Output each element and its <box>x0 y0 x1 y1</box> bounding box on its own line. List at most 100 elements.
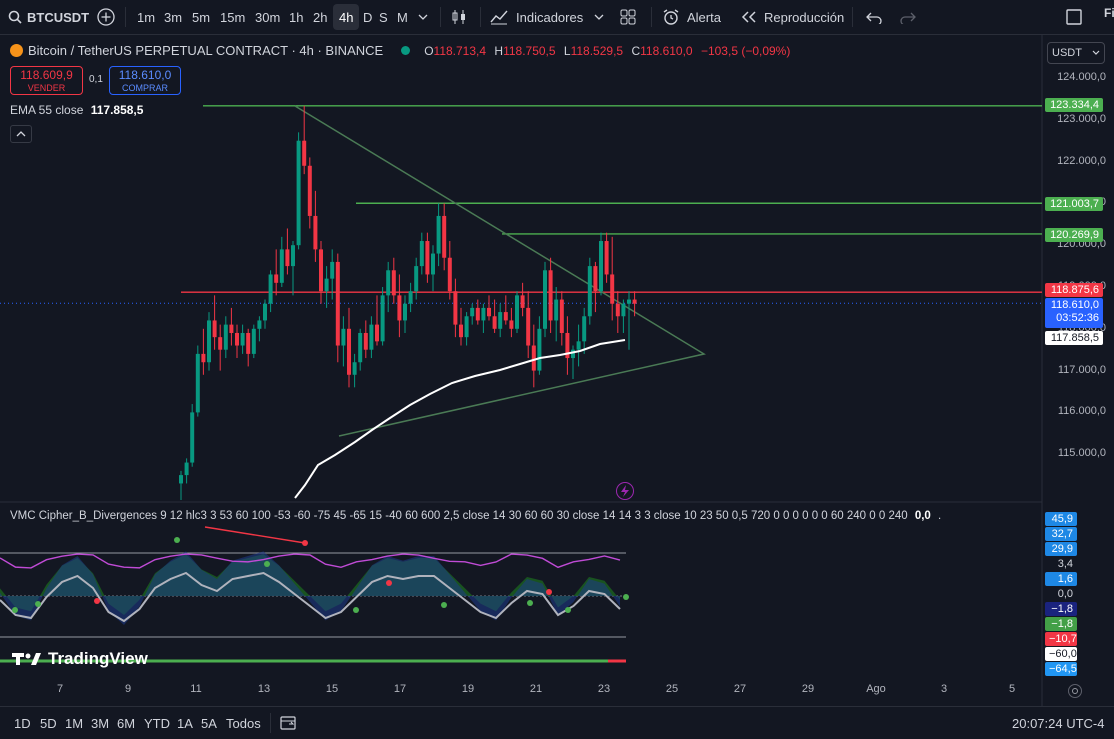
range-1d[interactable]: 1D <box>14 707 31 739</box>
buy-button[interactable]: 118.610,0 COMPRAR <box>109 66 181 95</box>
indicators-button[interactable]: Indicadores <box>490 0 583 34</box>
candle-body <box>207 320 211 363</box>
indicators-dropdown[interactable] <box>594 0 604 34</box>
date-axis-label: 17 <box>393 683 407 695</box>
range-5a[interactable]: 5A <box>201 707 217 739</box>
date-axis-label: 25 <box>665 683 679 695</box>
spread-value: 0,1 <box>89 74 103 85</box>
candle-body <box>548 270 553 321</box>
plus-circle-icon <box>97 8 115 26</box>
price-chart[interactable] <box>0 34 1114 706</box>
candle-body <box>347 328 351 375</box>
replay-button[interactable]: Reproducción <box>740 0 844 34</box>
tradingview-logo[interactable]: TradingView <box>12 649 148 669</box>
signal-dot <box>527 600 533 606</box>
timeframe-1h[interactable]: 1h <box>283 4 309 30</box>
alert-button[interactable]: Alerta <box>662 0 721 34</box>
candle-body <box>414 266 419 292</box>
fullscreen-button[interactable] <box>1066 0 1082 34</box>
timeframe-3m[interactable]: 3m <box>158 4 188 30</box>
ohlc-values: O118.713,4 H118.750,5 L118.529,5 C118.61… <box>424 43 791 58</box>
timeframe-4h[interactable]: 4h <box>333 4 360 30</box>
candle-body <box>599 241 603 292</box>
candle-body <box>397 295 402 321</box>
timeframe-1m[interactable]: 1m <box>131 4 161 30</box>
timeframe-15m[interactable]: 15m <box>214 4 251 30</box>
indicator-axis-tag: 0,0 <box>1045 587 1077 601</box>
replay-label: Reproducción <box>764 9 845 25</box>
candle-body <box>481 307 486 321</box>
candles <box>179 105 637 500</box>
indicators-icon <box>490 10 508 25</box>
redo-button[interactable] <box>900 0 916 34</box>
candle-body <box>302 140 307 166</box>
bitcoin-logo-icon <box>10 44 23 57</box>
candle-body <box>369 324 374 350</box>
candle-body <box>503 312 508 321</box>
red-level-tag: 118.875,6 <box>1045 283 1103 297</box>
indicator-axis-tag: −10,7 <box>1045 632 1077 646</box>
candle-body <box>274 274 279 283</box>
candle-body <box>195 353 200 413</box>
signal-dot <box>386 580 392 586</box>
signal-dot <box>94 598 100 604</box>
candle-body <box>431 253 435 275</box>
undo-button[interactable] <box>866 0 882 34</box>
indicator-axis-tag: 3,4 <box>1045 557 1077 571</box>
timeframe-5m[interactable]: 5m <box>186 4 216 30</box>
chart-type-button[interactable] <box>450 0 468 34</box>
candle-body <box>442 215 447 258</box>
date-range-button[interactable] <box>280 707 298 739</box>
timeframe-2h[interactable]: 2h <box>307 4 333 30</box>
sell-button[interactable]: 118.609,9 VENDER <box>10 66 83 95</box>
currency-select[interactable]: USDT <box>1047 42 1105 64</box>
indicator-axis-tag: −1,8 <box>1045 602 1077 616</box>
candle-body <box>537 328 542 371</box>
candle-body <box>251 328 256 354</box>
date-axis-label: 7 <box>56 683 64 695</box>
timeframe-30m[interactable]: 30m <box>249 4 286 30</box>
timeframe-dropdown[interactable] <box>418 0 428 34</box>
grid-icon <box>620 9 636 25</box>
indicator-legend[interactable]: VMC Cipher_B_Divergences 9 12 hlc3 3 53 … <box>10 510 941 522</box>
alert-label: Alerta <box>687 9 721 25</box>
candle-body <box>375 324 379 342</box>
search-icon <box>8 10 22 24</box>
signal-dot <box>565 607 571 613</box>
clock-timezone[interactable]: 20:07:24 UTC-4 <box>1012 707 1105 739</box>
candle-body <box>425 241 430 275</box>
candle-body <box>582 316 587 342</box>
candle-body <box>335 261 340 346</box>
timeframe-m[interactable]: M <box>391 4 414 30</box>
lightning-icon[interactable] <box>616 482 634 500</box>
layouts-button[interactable] <box>620 0 636 34</box>
collapse-legend-button[interactable] <box>10 125 32 143</box>
candle-body <box>447 257 452 292</box>
date-axis-label: 27 <box>733 683 747 695</box>
compare-symbol-button[interactable] <box>96 0 116 34</box>
candle-body <box>436 215 441 254</box>
ema-line <box>294 339 626 499</box>
candle-body <box>498 312 503 329</box>
symbol-search[interactable]: BTCUSDT <box>8 0 89 34</box>
panel-label-fragment[interactable]: Fi <box>1104 0 1114 30</box>
ema-legend[interactable]: EMA 55 close 117.858,5 <box>10 103 143 117</box>
candle-body <box>632 299 637 304</box>
range-todos[interactable]: Todos <box>226 707 261 739</box>
range-6m[interactable]: 6M <box>117 707 135 739</box>
indicator-axis-tag: 29,9 <box>1045 542 1077 556</box>
range-1m[interactable]: 1M <box>65 707 83 739</box>
candle-body <box>470 307 475 317</box>
range-1a[interactable]: 1A <box>177 707 193 739</box>
candle-body <box>475 307 480 321</box>
tv-logo-icon <box>12 653 41 665</box>
range-3m[interactable]: 3M <box>91 707 109 739</box>
range-5d[interactable]: 5D <box>40 707 57 739</box>
symbol-title[interactable]: Bitcoin / TetherUS PERPETUAL CONTRACT · … <box>28 43 383 58</box>
candle-body <box>229 324 234 333</box>
candle-body <box>621 303 626 317</box>
range-ytd[interactable]: YTD <box>144 707 170 739</box>
candle-body <box>201 353 206 363</box>
candle-body <box>184 462 189 476</box>
settings-gear-icon[interactable] <box>1068 684 1082 698</box>
